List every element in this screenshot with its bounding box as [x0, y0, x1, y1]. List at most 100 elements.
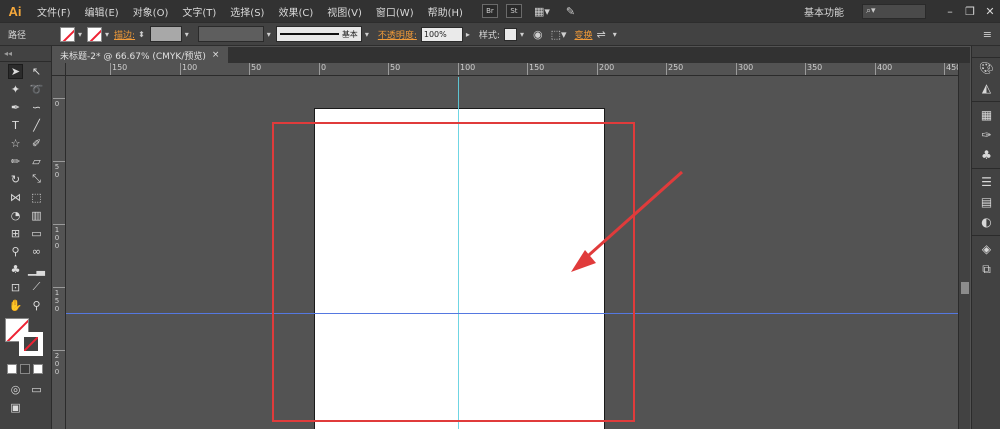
rotate-tool-icon[interactable]: ↻ — [8, 172, 23, 187]
chevron-down-icon[interactable]: ▾ — [105, 30, 109, 39]
menu-select[interactable]: 选择(S) — [223, 4, 271, 19]
bridge-button[interactable]: Br — [481, 4, 498, 18]
free-transform-tool-icon[interactable]: ⬚ — [29, 190, 44, 205]
scale-tool-icon[interactable]: ⤡ — [29, 172, 44, 187]
scrollbar-thumb[interactable] — [961, 282, 969, 294]
canvas-area[interactable] — [66, 77, 958, 429]
menu-help[interactable]: 帮助(H) — [421, 4, 470, 19]
menu-type[interactable]: 文字(T) — [175, 4, 223, 19]
screen-mode-icon[interactable]: ▭ — [29, 382, 44, 397]
menu-edit[interactable]: 编辑(E) — [78, 4, 126, 19]
swatches-icon[interactable]: ▦ — [972, 105, 1000, 125]
symbols-icon[interactable]: ♣ — [972, 145, 1000, 165]
zoom-tool-icon[interactable]: ⚲ — [29, 298, 44, 313]
ruler-tick — [388, 63, 389, 75]
stock-button[interactable]: St — [505, 4, 522, 18]
opacity-input[interactable]: 100% — [420, 26, 463, 42]
vertical-scrollbar[interactable] — [958, 63, 970, 429]
close-tab-icon[interactable]: × — [212, 50, 220, 60]
close-icon[interactable]: ✕ — [980, 5, 1000, 18]
workspace-switcher[interactable]: 基本功能 — [804, 4, 844, 19]
column-graph-tool-icon[interactable]: ▁▃ — [28, 262, 45, 277]
none-mode-swatch[interactable] — [33, 364, 43, 374]
stroke-weight-stepper[interactable]: ⬍ — [138, 30, 145, 39]
brush-definition[interactable]: 基本 — [275, 26, 362, 42]
mesh-tool-icon[interactable]: ⊞ — [8, 226, 23, 241]
line-tool-icon[interactable]: ╱ — [29, 118, 44, 133]
artboard-tool-icon[interactable]: ⊡ — [8, 280, 23, 295]
fill-stroke-widget[interactable] — [5, 318, 45, 358]
shape-builder-tool-icon[interactable]: ◔ — [8, 208, 23, 223]
variable-width-profile[interactable] — [197, 26, 264, 42]
vertical-ruler[interactable]: 0 50 100 150 200 — [52, 76, 66, 429]
eraser-tool-icon[interactable]: ▱ — [29, 154, 44, 169]
change-screen-mode-icon[interactable]: ▣ — [8, 400, 23, 415]
chevron-down-icon[interactable]: ▾ — [78, 30, 82, 39]
stroke-none-swatch[interactable] — [19, 332, 43, 356]
graphic-style-swatch[interactable] — [503, 27, 517, 41]
layers-icon[interactable]: ◈ — [972, 239, 1000, 259]
panel-collapse-icon[interactable]: ◂◂ — [0, 46, 51, 62]
stroke-icon[interactable]: ☰ — [972, 172, 1000, 192]
menu-window[interactable]: 窗口(W) — [369, 4, 421, 19]
hand-tool-icon[interactable]: ✋ — [8, 298, 23, 313]
curvature-tool-icon[interactable]: ∽ — [29, 100, 44, 115]
menu-file[interactable]: 文件(F) — [30, 4, 78, 19]
chevron-down-icon[interactable]: ▾ — [520, 30, 524, 39]
artboards-icon[interactable]: ⧉ — [972, 259, 1000, 279]
chevron-down-icon[interactable]: ▾ — [267, 30, 271, 39]
gradient-icon[interactable]: ▤ — [972, 192, 1000, 212]
magic-wand-tool-icon[interactable]: ✦ — [8, 82, 23, 97]
color-mode-swatch[interactable] — [7, 364, 17, 374]
direct-selection-tool-icon[interactable]: ↖ — [29, 64, 44, 79]
lasso-tool-icon[interactable]: ➰ — [29, 82, 44, 97]
restore-icon[interactable]: ❐ — [960, 5, 980, 18]
color-guide-icon[interactable]: ◭ — [972, 78, 1000, 98]
star-tool-icon[interactable]: ☆ — [8, 136, 23, 151]
pencil-tool-icon[interactable]: ✏ — [8, 154, 23, 169]
menu-effect[interactable]: 效果(C) — [271, 4, 320, 19]
opacity-panel-link[interactable]: 不透明度: — [378, 28, 417, 41]
chevron-down-icon[interactable]: ▾ — [613, 30, 617, 39]
ruler-label: 100 — [182, 63, 198, 72]
fill-swatch[interactable] — [60, 26, 75, 42]
gpu-performance-icon[interactable]: ✎ — [566, 5, 575, 18]
blend-tool-icon[interactable]: ∞ — [29, 244, 44, 259]
transform-panel-link[interactable]: 变换 — [574, 28, 592, 41]
arrange-icon[interactable]: ⇌ — [597, 28, 606, 41]
slice-tool-icon[interactable]: ⟋ — [29, 280, 44, 295]
align-icon[interactable]: ⬚▾ — [551, 28, 567, 41]
transparency-icon[interactable]: ◐ — [972, 212, 1000, 232]
pen-tool-icon[interactable]: ✒ — [8, 100, 23, 115]
selection-tool-icon[interactable]: ➤ — [8, 63, 23, 79]
gradient-tool-icon[interactable]: ▭ — [29, 226, 44, 241]
chevron-down-icon[interactable]: ▾ — [365, 30, 369, 39]
document-tab[interactable]: 未标题-2* @ 66.67% (CMYK/预览) × — [52, 47, 228, 63]
menu-object[interactable]: 对象(O) — [126, 4, 176, 19]
stroke-panel-link[interactable]: 描边: — [114, 28, 135, 41]
menu-view[interactable]: 视图(V) — [320, 4, 369, 19]
width-tool-icon[interactable]: ⋈ — [8, 190, 23, 205]
horizontal-ruler[interactable]: 150 100 50 0 50 100 150 200 250 300 350 400 450 — [66, 63, 961, 76]
stroke-weight-input[interactable] — [149, 26, 182, 42]
ruler-origin[interactable] — [52, 63, 66, 76]
perspective-grid-tool-icon[interactable]: ▥ — [29, 208, 44, 223]
paintbrush-tool-icon[interactable]: ✐ — [29, 136, 44, 151]
type-tool-icon[interactable]: T — [8, 118, 23, 133]
drawing-mode-icon[interactable]: ◎ — [8, 382, 23, 397]
chevron-down-icon[interactable]: ▾ — [185, 30, 189, 39]
eyedropper-tool-icon[interactable]: ⚲ — [8, 244, 23, 259]
minimize-icon[interactable]: – — [940, 5, 960, 18]
gradient-mode-swatch[interactable] — [20, 364, 30, 374]
dock-collapse-icon[interactable] — [972, 46, 1000, 58]
recolor-artwork-icon[interactable]: ◉ — [533, 28, 543, 41]
ruler-label: 400 — [877, 63, 893, 72]
panel-menu-icon[interactable]: ≡ — [983, 28, 992, 41]
brushes-icon[interactable]: ✑ — [972, 125, 1000, 145]
search-input[interactable]: ⌕▾ — [862, 3, 926, 19]
stroke-swatch[interactable] — [87, 26, 103, 42]
chevron-right-icon[interactable]: ▸ — [466, 30, 470, 39]
symbol-sprayer-tool-icon[interactable]: ♣ — [8, 262, 23, 277]
arrange-documents-icon[interactable]: ▦▾ — [534, 5, 550, 18]
color-icon[interactable]: 🎨︎ — [972, 58, 1000, 78]
